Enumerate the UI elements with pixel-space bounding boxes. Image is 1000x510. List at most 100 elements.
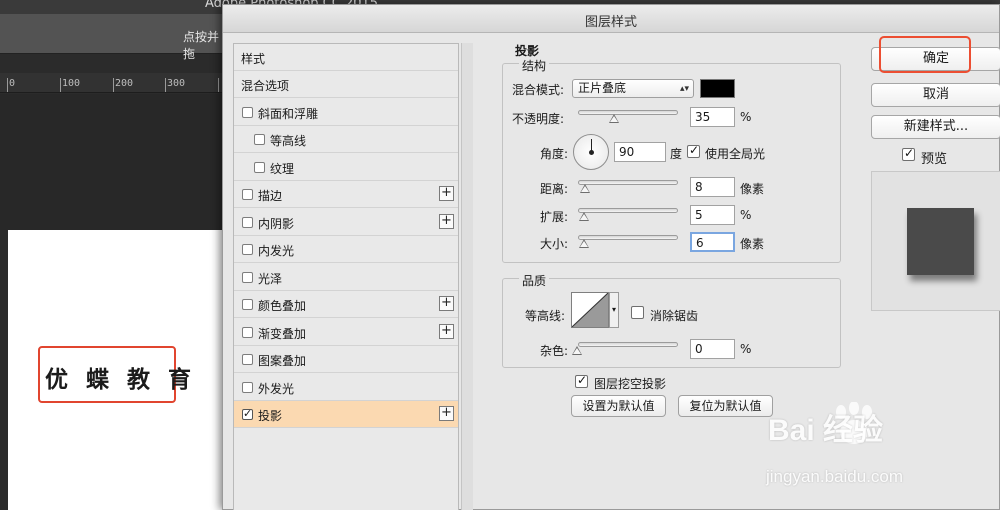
style-item-label: 描边 xyxy=(258,189,283,203)
options-bar: 点按并拖 xyxy=(0,14,230,61)
noise-unit: % xyxy=(740,342,752,356)
style-item-label: 投影 xyxy=(258,409,283,423)
style-item-stroke[interactable]: 描边 + xyxy=(234,181,458,208)
spread-label: 扩展: xyxy=(540,210,569,224)
blend-options-label: 混合选项 xyxy=(241,79,290,93)
size-slider-thumb[interactable] xyxy=(579,239,590,248)
cancel-button[interactable]: 取消 xyxy=(871,83,1000,107)
distance-label: 距离: xyxy=(540,182,569,196)
knockout-checkbox[interactable] xyxy=(575,373,588,388)
satin-checkbox[interactable] xyxy=(242,272,253,283)
add-color-overlay-button[interactable]: + xyxy=(439,296,454,311)
workspace-background xyxy=(0,94,230,230)
style-item-bevel-emboss[interactable]: 斜面和浮雕 xyxy=(234,99,458,126)
style-item-label: 渐变叠加 xyxy=(258,327,307,341)
style-item-label: 图案叠加 xyxy=(258,354,307,368)
size-unit: 像素 xyxy=(740,237,765,251)
global-light-label: 使用全局光 xyxy=(705,147,766,161)
noise-label: 杂色: xyxy=(540,344,569,358)
pattern-overlay-checkbox[interactable] xyxy=(242,354,253,365)
color-overlay-checkbox[interactable] xyxy=(242,299,253,310)
inner-shadow-checkbox[interactable] xyxy=(242,217,253,228)
canvas-text-layer[interactable]: 优 蝶 教 育 xyxy=(45,360,196,394)
ruler-label: 200 xyxy=(115,78,134,89)
structure-title: 结构 xyxy=(519,57,550,74)
blend-mode-select[interactable]: 正片叠底 ▴▾ xyxy=(572,79,694,98)
size-slider[interactable] xyxy=(578,235,678,240)
select-arrows-icon: ▴▾ xyxy=(679,84,689,94)
style-item-label: 颜色叠加 xyxy=(258,299,307,313)
quality-title: 品质 xyxy=(519,272,550,289)
preview-label: 预览 xyxy=(921,152,948,167)
angle-input[interactable]: 90 xyxy=(614,142,666,162)
contour-checkbox[interactable] xyxy=(254,134,265,145)
size-input[interactable]: 6 xyxy=(690,232,735,252)
set-default-button[interactable]: 设置为默认值 xyxy=(571,395,666,417)
style-item-label: 外发光 xyxy=(258,382,295,396)
preview-swatch xyxy=(907,208,974,275)
style-item-color-overlay[interactable]: 颜色叠加 + xyxy=(234,291,458,318)
style-item-contour[interactable]: 等高线 xyxy=(234,126,458,153)
preview-checkbox[interactable] xyxy=(902,146,915,161)
style-item-label: 斜面和浮雕 xyxy=(258,107,319,121)
styles-list-scrollbar[interactable] xyxy=(461,43,473,510)
contour-curve-icon xyxy=(571,292,609,328)
opacity-slider[interactable] xyxy=(578,110,678,115)
add-drop-shadow-button[interactable]: + xyxy=(439,406,454,421)
style-item-inner-glow[interactable]: 内发光 xyxy=(234,236,458,263)
new-style-button[interactable]: 新建样式... xyxy=(871,115,1000,139)
style-item-gradient-overlay[interactable]: 渐变叠加 + xyxy=(234,319,458,346)
texture-checkbox[interactable] xyxy=(254,162,265,173)
noise-slider-thumb[interactable] xyxy=(572,346,583,355)
add-inner-shadow-button[interactable]: + xyxy=(439,214,454,229)
outer-glow-checkbox[interactable] xyxy=(242,382,253,393)
styles-header[interactable]: 样式 xyxy=(234,44,458,71)
layer-style-dialog: 图层样式 样式 混合选项 斜面和浮雕 等高线 纹理 描边 + 内阴影 + 内发光… xyxy=(222,4,1000,510)
anti-alias-checkbox[interactable] xyxy=(631,306,644,319)
ruler-tick xyxy=(7,78,8,92)
style-item-satin[interactable]: 光泽 xyxy=(234,264,458,291)
style-item-pattern-overlay[interactable]: 图案叠加 xyxy=(234,346,458,373)
noise-slider[interactable] xyxy=(578,342,678,347)
drop-shadow-checkbox[interactable] xyxy=(242,407,253,420)
spread-input[interactable]: 5 xyxy=(690,205,735,225)
style-item-label: 纹理 xyxy=(270,162,295,176)
contour-dropdown-arrow[interactable]: ▾ xyxy=(609,292,619,328)
styles-header-label: 样式 xyxy=(241,52,266,66)
gradient-overlay-checkbox[interactable] xyxy=(242,327,253,338)
add-gradient-overlay-button[interactable]: + xyxy=(439,324,454,339)
dialog-actions: 确定 取消 新建样式... 预览 xyxy=(871,36,1000,510)
shadow-color-swatch[interactable] xyxy=(700,79,735,98)
styles-list: 样式 混合选项 斜面和浮雕 等高线 纹理 描边 + 内阴影 + 内发光 光泽 颜… xyxy=(233,43,459,510)
distance-input[interactable]: 8 xyxy=(690,177,735,197)
inner-glow-checkbox[interactable] xyxy=(242,244,253,255)
stroke-checkbox[interactable] xyxy=(242,189,253,200)
blend-options-item[interactable]: 混合选项 xyxy=(234,71,458,98)
anti-alias-label: 消除锯齿 xyxy=(650,309,699,323)
baidu-watermark-logo: Bai 经验 xyxy=(768,414,884,447)
ruler-tick xyxy=(113,78,114,92)
reset-default-button[interactable]: 复位为默认值 xyxy=(678,395,773,417)
opacity-slider-thumb[interactable] xyxy=(609,114,620,123)
global-light-checkbox[interactable] xyxy=(687,143,700,158)
style-item-drop-shadow[interactable]: 投影 + xyxy=(234,401,458,428)
spread-slider[interactable] xyxy=(578,208,678,213)
ruler-tick xyxy=(60,78,61,92)
dialog-title: 图层样式 xyxy=(584,15,637,30)
angle-dial[interactable] xyxy=(573,134,609,170)
add-stroke-button[interactable]: + xyxy=(439,186,454,201)
ruler-label: 300 xyxy=(167,78,186,89)
distance-slider-thumb[interactable] xyxy=(580,184,591,193)
bevel-emboss-checkbox[interactable] xyxy=(242,107,253,118)
style-item-texture[interactable]: 纹理 xyxy=(234,154,458,181)
contour-picker[interactable] xyxy=(571,292,609,328)
style-item-outer-glow[interactable]: 外发光 xyxy=(234,374,458,401)
opacity-input[interactable]: 35 xyxy=(690,107,735,127)
spread-slider-thumb[interactable] xyxy=(579,212,590,221)
dialog-titlebar[interactable]: 图层样式 xyxy=(223,5,999,33)
noise-input[interactable]: 0 xyxy=(690,339,735,359)
size-label: 大小: xyxy=(540,237,569,251)
style-item-inner-shadow[interactable]: 内阴影 + xyxy=(234,209,458,236)
distance-slider[interactable] xyxy=(578,180,678,185)
ok-highlight-box xyxy=(879,36,971,73)
